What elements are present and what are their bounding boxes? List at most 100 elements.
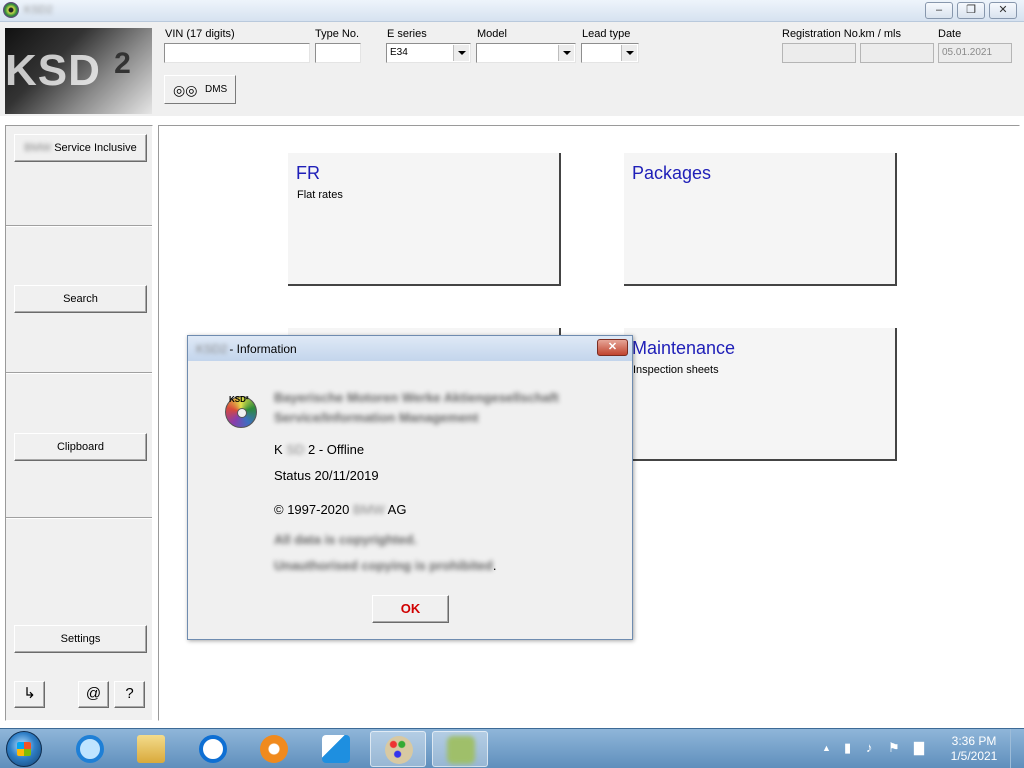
vin-input[interactable]: [164, 43, 310, 63]
model-dropdown-icon[interactable]: [558, 45, 574, 61]
rights-line-2: Unauthorised copying is prohibited.: [274, 558, 496, 573]
tile-subtitle: Inspection sheets: [633, 364, 719, 376]
registration-input: [782, 43, 856, 63]
lead-type-dropdown-icon[interactable]: [621, 45, 637, 61]
window-titlebar: KSD2 – ❐ ✕: [0, 0, 1024, 22]
tile-fr[interactable]: FR Flat rates: [288, 153, 561, 286]
sidebar-divider: [6, 225, 152, 227]
e-series-dropdown-icon[interactable]: [453, 45, 469, 61]
service-inclusive-button[interactable]: BMW Service Inclusive: [14, 134, 147, 162]
minimize-button[interactable]: –: [925, 2, 953, 19]
email-icon: @: [85, 685, 102, 702]
tile-title: FR: [296, 163, 320, 183]
binoculars-icon: ◎◎: [173, 82, 198, 98]
email-button[interactable]: @: [78, 681, 109, 708]
ok-button[interactable]: OK: [372, 595, 449, 623]
clipboard-button[interactable]: Clipboard: [14, 433, 147, 461]
sidebar: BMW Service Inclusive Search Clipboard S…: [5, 125, 153, 721]
teamviewer-icon: [199, 735, 227, 763]
network-icon[interactable]: ▇: [914, 740, 924, 756]
tile-title: Packages: [632, 163, 712, 183]
logo-sup: 2: [114, 47, 132, 80]
taskbar: ▲ ▮ ♪ ⚑ ▇ 3:36 PM 1/5/2021: [0, 728, 1024, 768]
rights-line-1: All data is copyrighted.: [274, 532, 418, 547]
rights-line-2-end: .: [492, 558, 497, 573]
model-label: Model: [477, 28, 507, 40]
service-inclusive-label: Service Inclusive: [54, 142, 137, 154]
dms-button[interactable]: ◎◎ DMS: [164, 75, 236, 104]
help-button[interactable]: ?: [114, 681, 145, 708]
taskbar-media-player[interactable]: [246, 731, 302, 767]
copyright-prefix: © 1997-2020: [274, 502, 350, 517]
vehicle-header: KSD 2 VIN (17 digits) Type No. E series …: [0, 22, 1024, 116]
vin-label: VIN (17 digits): [165, 28, 235, 40]
close-window-button[interactable]: ✕: [989, 2, 1017, 19]
show-hidden-icons-icon[interactable]: ▲: [822, 743, 831, 753]
registration-label: Registration No.: [782, 28, 861, 40]
dialog-close-button[interactable]: ✕: [597, 339, 628, 356]
product-suffix: 2 - Offline: [307, 442, 365, 457]
type-no-label: Type No.: [315, 28, 360, 40]
action-center-flag-icon[interactable]: ⚑: [888, 740, 900, 756]
model-select[interactable]: [476, 43, 576, 63]
show-desktop-button[interactable]: [1010, 729, 1024, 768]
clock-time: 3:36 PM: [951, 734, 997, 748]
tile-title: Maintenance: [632, 338, 736, 358]
help-icon: ?: [125, 685, 134, 702]
date-label: Date: [938, 28, 962, 40]
product-blurred: SD: [286, 442, 305, 457]
taskbar-ksd-app[interactable]: [432, 731, 488, 767]
cd-icon-label: KSD²: [229, 395, 249, 404]
window-title: KSD2: [24, 4, 53, 16]
paint-palette-icon: [385, 736, 413, 764]
folder-icon: [137, 735, 165, 763]
company-line-2: Service/Information Management: [274, 410, 479, 425]
tile-maintenance[interactable]: Maintenance Inspection sheets: [624, 328, 897, 461]
taskbar-teamviewer[interactable]: [185, 731, 241, 767]
km-mls-label: km / mls: [860, 28, 901, 40]
exit-button[interactable]: ↳: [14, 681, 45, 708]
e-series-value: E34: [390, 47, 408, 58]
type-no-input[interactable]: [315, 43, 361, 63]
tile-subtitle: Flat rates: [297, 189, 343, 201]
sidebar-divider: [6, 517, 152, 519]
taskbar-internet-explorer[interactable]: [62, 731, 118, 767]
internet-explorer-icon: [76, 735, 104, 763]
lead-type-label: Lead type: [582, 28, 631, 40]
dialog-title-text: - Information: [229, 342, 297, 356]
remote-app-icon: [322, 735, 350, 763]
media-player-icon: [260, 735, 288, 763]
taskbar-paint[interactable]: [370, 731, 426, 767]
company-line-1: Bayerische Motoren Werke Aktiengesellsch…: [274, 390, 559, 405]
volume-icon[interactable]: ♪: [866, 740, 873, 755]
product-prefix: K: [274, 442, 283, 457]
copyright-blurred: BMW: [352, 502, 385, 517]
taskbar-file-explorer[interactable]: [123, 731, 179, 767]
service-inclusive-blurred: BMW: [24, 142, 52, 154]
ksd-app-icon: [447, 736, 475, 764]
e-series-label: E series: [387, 28, 427, 40]
start-button[interactable]: [6, 731, 42, 767]
exit-icon: ↳: [23, 685, 36, 702]
logo-text: KSD: [5, 46, 101, 95]
ksd-logo: KSD 2: [5, 28, 152, 114]
app-icon: [3, 2, 19, 18]
taskbar-remote-app[interactable]: [308, 731, 364, 767]
product-line: K SD 2 - Offline: [274, 442, 364, 457]
dialog-titlebar: KSD2 - Information ✕: [188, 336, 632, 361]
dialog-title: KSD2 - Information: [196, 342, 297, 356]
restore-button[interactable]: ❐: [957, 2, 985, 19]
battery-icon[interactable]: ▮: [844, 740, 851, 756]
sidebar-divider: [6, 372, 152, 374]
status-line: Status 20/11/2019: [274, 468, 379, 483]
date-value: 05.01.2021: [942, 47, 993, 58]
date-input: 05.01.2021: [938, 43, 1012, 63]
dialog-title-blurred: KSD2: [196, 342, 228, 356]
taskbar-clock[interactable]: 3:36 PM 1/5/2021: [944, 734, 1004, 764]
tile-packages[interactable]: Packages: [624, 153, 897, 286]
e-series-select[interactable]: E34: [386, 43, 471, 63]
settings-button[interactable]: Settings: [14, 625, 147, 653]
lead-type-select[interactable]: [581, 43, 639, 63]
search-button[interactable]: Search: [14, 285, 147, 313]
dms-label: DMS: [205, 84, 228, 95]
